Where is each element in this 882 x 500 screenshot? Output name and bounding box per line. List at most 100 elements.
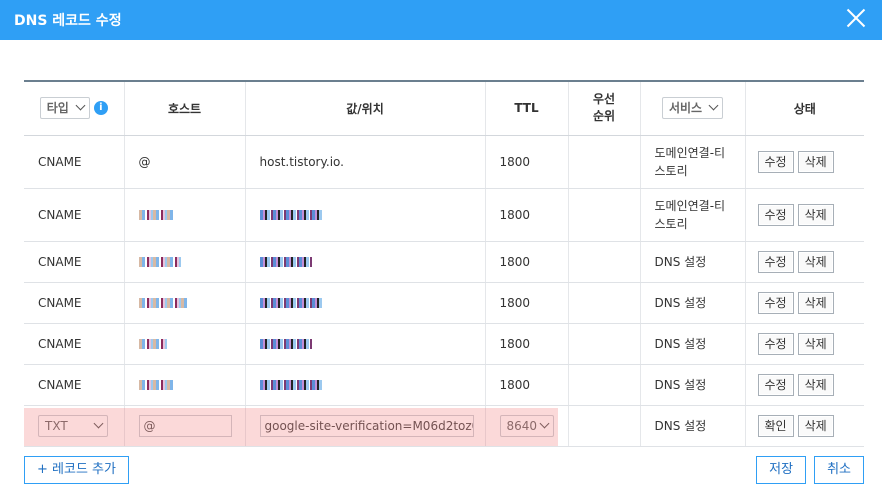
- edit-record-button[interactable]: 수정: [757, 373, 794, 396]
- record-type: CNAME: [24, 188, 124, 242]
- add-record-button[interactable]: + 레코드 추가: [24, 456, 129, 484]
- record-actions: 수정 삭제: [744, 135, 864, 189]
- delete-record-button[interactable]: 삭제: [797, 150, 834, 173]
- record-ttl: 1800: [484, 282, 568, 324]
- close-icon[interactable]: [844, 6, 868, 30]
- record-value: host.tistory.io.: [244, 135, 485, 189]
- delete-record-button[interactable]: 삭제: [797, 414, 834, 437]
- table-row: CNAME 1800 DNS 설정 수정 삭제: [24, 282, 864, 324]
- value-input[interactable]: google-site-verification=M06d2toz0Lh-: [259, 414, 474, 437]
- redacted-host: [138, 380, 174, 390]
- delete-record-button[interactable]: 삭제: [797, 250, 834, 273]
- record-type: CNAME: [24, 241, 124, 283]
- delete-record-button[interactable]: 삭제: [797, 203, 834, 226]
- record-priority: [567, 364, 640, 406]
- edit-type-cell: TXT: [24, 405, 124, 447]
- record-priority: [567, 241, 640, 283]
- redacted-value: [259, 339, 312, 349]
- record-value: [244, 241, 485, 283]
- edit-host-cell: @: [123, 405, 245, 447]
- record-ttl: 1800: [484, 323, 568, 365]
- info-icon[interactable]: i: [93, 101, 108, 116]
- edit-record-button[interactable]: 수정: [757, 150, 794, 173]
- type-filter-select[interactable]: 타입: [39, 97, 90, 120]
- record-value: [244, 323, 485, 365]
- record-service: DNS 설정: [639, 241, 745, 283]
- record-actions: 수정 삭제: [744, 364, 864, 406]
- save-button[interactable]: 저장: [756, 456, 807, 484]
- table-row: CNAME 1800 DNS 설정 수정 삭제: [24, 241, 864, 283]
- record-actions: 수정 삭제: [744, 188, 864, 242]
- record-service: DNS 설정: [639, 323, 745, 365]
- record-service: DNS 설정: [639, 364, 745, 406]
- delete-record-button[interactable]: 삭제: [797, 373, 834, 396]
- type-select[interactable]: TXT: [38, 414, 108, 437]
- chevron-down-icon: [93, 418, 104, 428]
- ttl-select[interactable]: 8640: [499, 414, 554, 437]
- host-input[interactable]: @: [138, 414, 232, 437]
- edit-value-cell: google-site-verification=M06d2toz0Lh-: [244, 405, 485, 447]
- record-actions: 수정 삭제: [744, 282, 864, 324]
- table-row: CNAME 1800 DNS 설정 수정 삭제: [24, 364, 864, 406]
- record-service: 도메인연결-티 스토리: [639, 135, 745, 189]
- service-filter-label: 서비스: [668, 101, 703, 116]
- priority-column-header: 우선 순위: [567, 80, 640, 136]
- cancel-button[interactable]: 취소: [814, 456, 864, 484]
- redacted-host: [138, 298, 188, 308]
- delete-record-button[interactable]: 삭제: [797, 332, 834, 355]
- type-filter-label: 타입: [46, 101, 69, 116]
- redacted-value: [259, 210, 323, 220]
- record-ttl: 1800: [484, 135, 568, 189]
- dialog-header: DNS 레코드 수정: [0, 0, 882, 40]
- record-actions: 수정 삭제: [744, 323, 864, 365]
- record-priority: [567, 282, 640, 324]
- record-service: DNS 설정: [639, 282, 745, 324]
- record-host: [123, 282, 245, 324]
- record-host-text: @: [138, 154, 151, 169]
- record-host: [123, 364, 245, 406]
- record-priority: [567, 188, 640, 242]
- service-column-header: 서비스: [639, 80, 745, 136]
- record-value: [244, 364, 485, 406]
- dns-record-table: 타입 i 호스트 값/위치 TTL 우선 순위 서비스 상태 CNAME @ host…: [24, 80, 864, 447]
- edit-record-row: TXT @ google-site-verification=M06d2toz0Lh…: [24, 405, 864, 447]
- dialog-title: DNS 레코드 수정: [14, 13, 122, 29]
- record-ttl: 1800: [484, 241, 568, 283]
- record-value: [244, 282, 485, 324]
- status-column-header: 상태: [744, 80, 864, 136]
- chevron-down-icon: [75, 100, 86, 111]
- confirm-record-button[interactable]: 확인: [757, 414, 794, 437]
- record-type: CNAME: [24, 364, 124, 406]
- chevron-down-icon: [708, 100, 719, 111]
- edit-service-cell: DNS 설정: [639, 405, 745, 447]
- record-type: CNAME: [24, 135, 124, 189]
- redacted-host: [138, 339, 167, 349]
- edit-record-button[interactable]: 수정: [757, 203, 794, 226]
- record-ttl: 1800: [484, 188, 568, 242]
- record-type: CNAME: [24, 323, 124, 365]
- chevron-down-icon: [539, 418, 549, 428]
- type-column-header: 타입 i: [24, 80, 124, 136]
- record-value-text: host.tistory.io.: [259, 154, 344, 169]
- delete-record-button[interactable]: 삭제: [797, 291, 834, 314]
- value-column-header: 값/위치: [244, 80, 485, 136]
- edit-record-button[interactable]: 수정: [757, 291, 794, 314]
- redacted-value: [259, 298, 323, 308]
- record-host: [123, 241, 245, 283]
- edit-priority-cell: [567, 405, 640, 447]
- edit-actions: 확인 삭제: [744, 405, 864, 447]
- edit-record-button[interactable]: 수정: [757, 332, 794, 355]
- record-actions: 수정 삭제: [744, 241, 864, 283]
- redacted-host: [138, 257, 181, 267]
- record-host: [123, 188, 245, 242]
- edit-record-button[interactable]: 수정: [757, 250, 794, 273]
- service-filter-select[interactable]: 서비스: [661, 97, 724, 120]
- record-host: [123, 323, 245, 365]
- type-select-value: TXT: [45, 418, 68, 433]
- redacted-value: [259, 257, 312, 267]
- host-column-header: 호스트: [123, 80, 245, 136]
- ttl-column-header: TTL: [484, 80, 568, 136]
- record-priority: [567, 323, 640, 365]
- table-row: CNAME 1800 도메인연결-티 스토리 수정 삭제: [24, 188, 864, 242]
- ttl-select-value: 8640: [506, 418, 538, 433]
